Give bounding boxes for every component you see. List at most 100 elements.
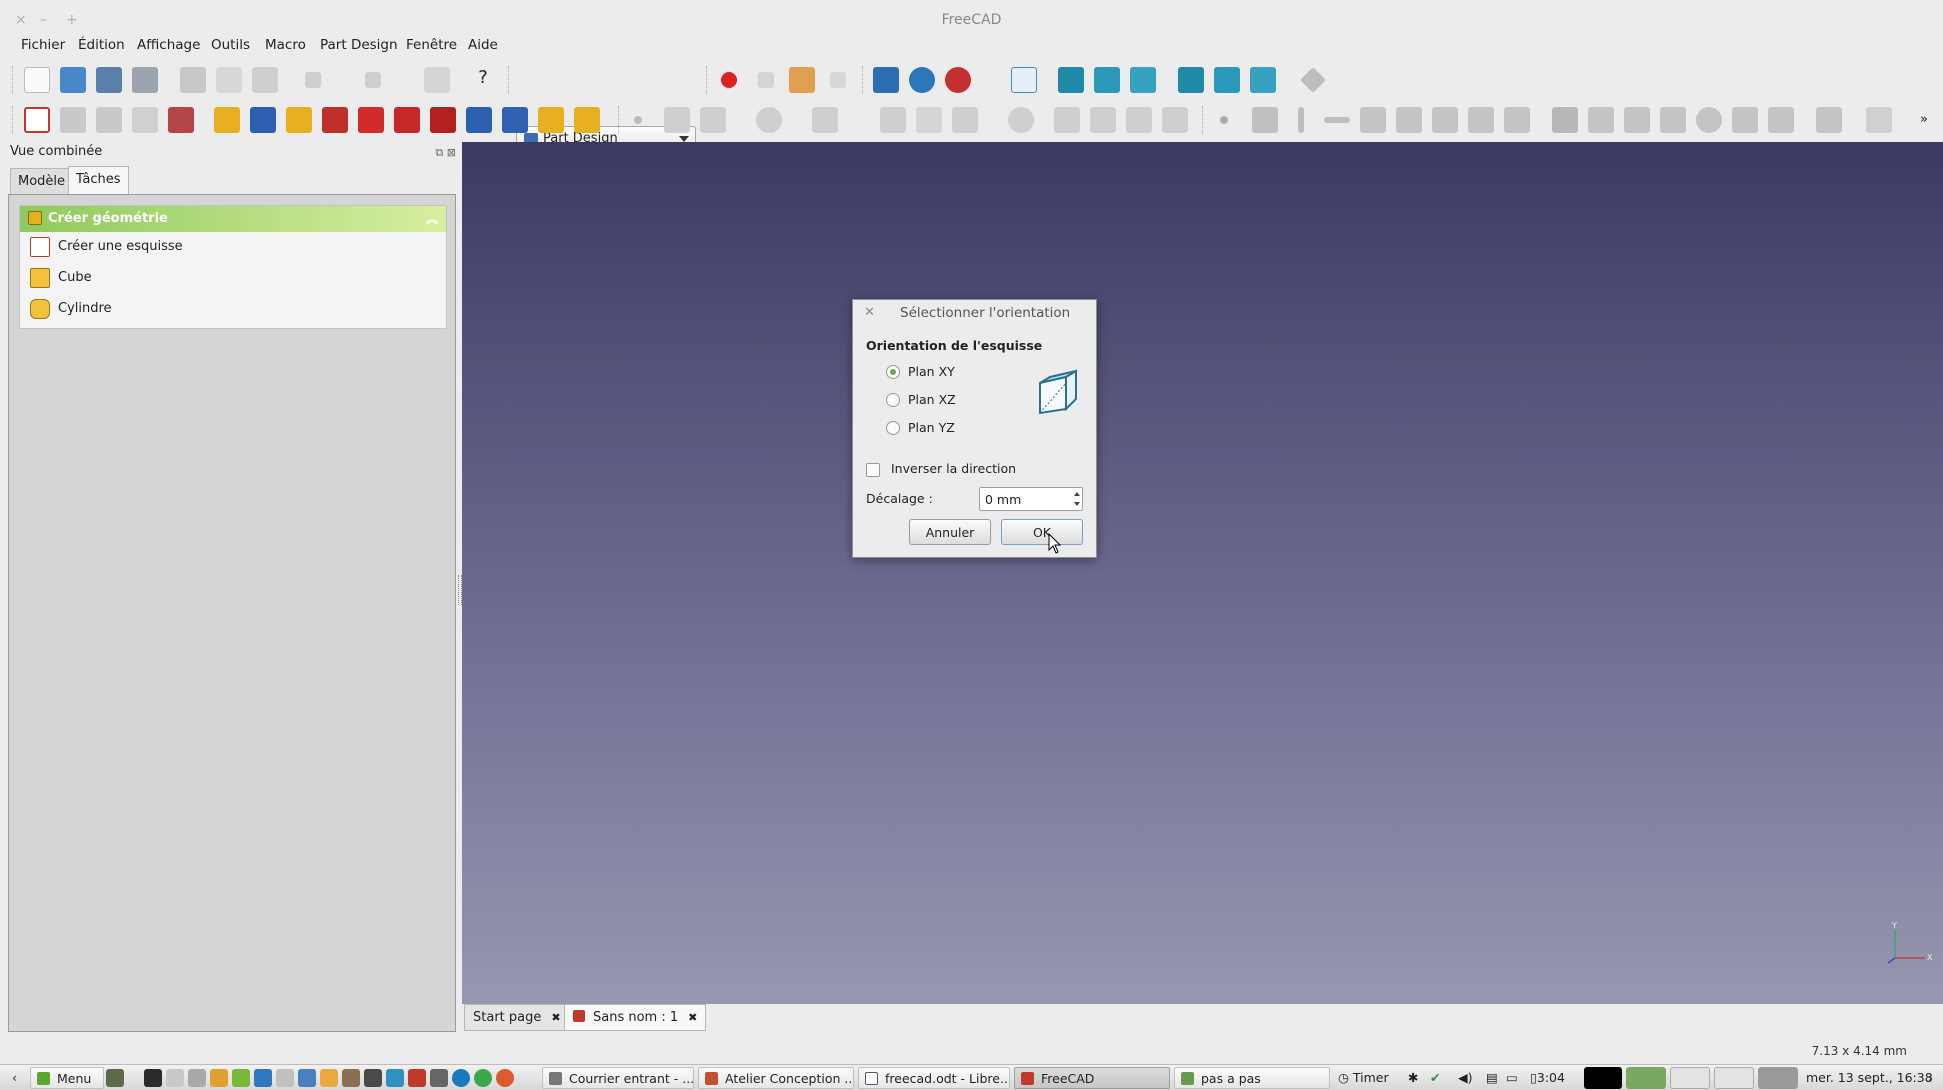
create-sketch-icon[interactable] [24,107,50,133]
open-document-icon[interactable] [60,67,86,93]
polar-pattern-icon[interactable] [538,107,564,133]
launcher-icon[interactable] [232,1069,250,1087]
ok-button[interactable]: OK [1001,519,1083,545]
tab-modele[interactable]: Modèle [10,168,74,194]
view-bottom-icon[interactable] [1214,67,1240,93]
launcher-icon[interactable] [364,1069,382,1087]
view-top-icon[interactable] [1094,67,1120,93]
collapse-chevron-icon[interactable]: ︽ [426,210,438,227]
edit-sketch-icon[interactable] [60,107,86,133]
bluetooth-icon[interactable]: ✱ [1408,1070,1418,1085]
tab-taches[interactable]: Tâches [68,166,129,194]
redo-icon[interactable] [365,72,381,88]
sketch-polygon-icon[interactable] [952,107,978,133]
launcher-icon[interactable] [254,1069,272,1087]
new-document-icon[interactable] [24,67,50,93]
toolbar-overflow-icon[interactable]: » [1920,112,1936,128]
view-right-icon[interactable] [1130,67,1156,93]
close-tab-icon[interactable]: ✖ [688,1011,697,1024]
workspace-1[interactable] [1584,1067,1622,1089]
radio-plan-xz[interactable]: Plan XZ [886,391,1006,411]
constraint-horizontal-icon[interactable] [1324,117,1350,123]
sketch-point-icon[interactable] [634,116,642,124]
launcher-icon[interactable] [320,1069,338,1087]
taskbar-window-freecad[interactable]: FreeCAD [1014,1067,1170,1089]
menu-part-design[interactable]: Part Design [320,37,398,53]
draw-style-icon[interactable] [945,67,971,93]
3d-view[interactable] [462,142,1943,1004]
groove-icon[interactable] [322,107,348,133]
constraint-equal-icon[interactable] [1468,107,1494,133]
menu-outils[interactable]: Outils [211,37,250,53]
doc-tab-start-page[interactable]: Start page ✖ [464,1004,570,1031]
launcher-icon[interactable] [474,1069,492,1087]
menu-fenetre[interactable]: Fenêtre [406,37,457,53]
copy-icon[interactable] [216,67,242,93]
constraint-symmetric-icon[interactable] [1504,107,1530,133]
float-panel-icon[interactable]: ⧉ [435,146,443,159]
constraint-point-on-object-icon[interactable] [1252,107,1278,133]
undo-icon[interactable] [305,72,321,88]
constraint-vertical-distance-icon[interactable] [1624,107,1650,133]
launcher-icon[interactable] [342,1069,360,1087]
linear-pattern-icon[interactable] [502,107,528,133]
sketch-line-icon[interactable] [664,107,690,133]
mirrored-icon[interactable] [466,107,492,133]
macro-edit-icon[interactable] [789,67,815,93]
freecad-launcher-icon[interactable] [408,1069,426,1087]
display-icon[interactable]: ▭ [1506,1070,1518,1085]
sketch-rectangle-icon[interactable] [916,107,942,133]
whats-this-icon[interactable]: ? [470,67,496,93]
reverse-direction-checkbox[interactable]: Inverser la direction [866,460,1066,480]
taskbar-window-mail[interactable]: Courrier entrant - ... [542,1067,694,1089]
spin-down-icon[interactable] [1074,502,1080,506]
workspace-3[interactable] [1670,1067,1710,1089]
select-elements-icon[interactable] [1866,107,1892,133]
radio-plan-xy[interactable]: Plan XY [886,363,1006,383]
pocket-icon[interactable] [250,107,276,133]
sketch-external-icon[interactable] [1126,107,1152,133]
paste-icon[interactable] [252,67,278,93]
network-icon[interactable]: ▤ [1486,1070,1498,1085]
dialog-close-icon[interactable]: ✕ [864,305,875,320]
revolution-icon[interactable] [286,107,312,133]
clock[interactable]: mer. 13 sept., 16:38 [1806,1070,1933,1085]
constraint-snell-icon[interactable] [1768,107,1794,133]
view-sketch-icon[interactable] [132,107,158,133]
view-left-icon[interactable] [1250,67,1276,93]
map-sketch-icon[interactable] [168,107,194,133]
chamfer-icon[interactable] [394,107,420,133]
close-tab-icon[interactable]: ✖ [551,1011,560,1024]
constraint-tangent-icon[interactable] [1432,107,1458,133]
constraint-parallel-icon[interactable] [1360,107,1386,133]
launcher-icon[interactable] [276,1069,294,1087]
task-box-header[interactable]: Créer géométrie ︽ [20,206,446,232]
taskbar-scroll-left-icon[interactable]: ‹ [12,1070,17,1085]
menu-affichage[interactable]: Affichage [137,37,200,53]
save-document-icon[interactable] [96,67,122,93]
constraint-angle-icon[interactable] [1732,107,1758,133]
menu-aide[interactable]: Aide [468,37,498,53]
sketch-polyline-icon[interactable] [880,107,906,133]
task-item-cylinder[interactable]: Cylindre [20,294,446,325]
menu-edition[interactable]: Édition [78,37,125,53]
launcher-icon[interactable] [210,1069,228,1087]
measure-distance-icon[interactable] [1300,67,1326,93]
show-desktop-icon[interactable] [106,1069,124,1087]
workspace-2[interactable] [1626,1067,1666,1089]
taskbar-scroll-right-icon[interactable]: › [1928,1070,1933,1085]
toggle-constraint-icon[interactable] [1816,107,1842,133]
spin-up-icon[interactable] [1074,492,1080,496]
constraint-horizontal-distance-icon[interactable] [1588,107,1614,133]
sketch-conic-icon[interactable] [812,107,838,133]
fit-selection-icon[interactable] [909,67,935,93]
leave-sketch-icon[interactable] [96,107,122,133]
launcher-icon[interactable] [452,1069,470,1087]
cancel-button[interactable]: Annuler [909,519,991,545]
view-rear-icon[interactable] [1178,67,1204,93]
task-item-create-sketch[interactable]: Créer une esquisse [20,232,446,263]
launcher-icon[interactable] [166,1069,184,1087]
taskbar-window-pas-a-pas[interactable]: pas a pas [1174,1067,1330,1089]
launcher-icon[interactable] [386,1069,404,1087]
macro-run-icon[interactable] [830,72,846,88]
